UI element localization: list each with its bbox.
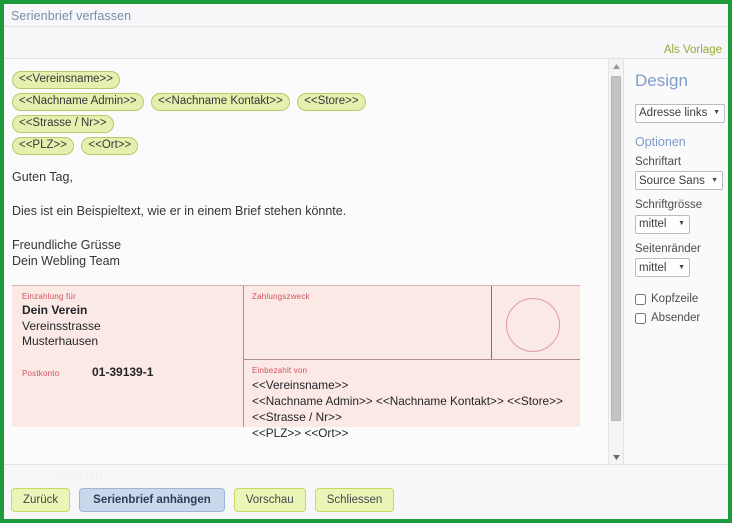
merge-tag[interactable]: <<Nachname Kontakt>> bbox=[151, 93, 290, 111]
back-button[interactable]: Zurück bbox=[11, 488, 71, 512]
page-title: Serienbrief verfassen bbox=[11, 9, 132, 23]
layout-select[interactable]: Adresse links bbox=[635, 103, 725, 123]
stamp-circle-icon bbox=[506, 298, 560, 352]
scrollbar-thumb[interactable] bbox=[611, 76, 621, 421]
font-select-wrapper: Source Sans ▼ bbox=[635, 171, 723, 190]
sender-checkbox-label[interactable]: Absender bbox=[651, 312, 700, 324]
fontsize-select-wrapper: mittel ▼ bbox=[635, 214, 690, 234]
payment-purpose-box: Zahlungszweck bbox=[244, 286, 580, 360]
letter-paragraph: Dies ist ein Beispieltext, wie er in ein… bbox=[12, 204, 347, 218]
margins-label: Seitenränder bbox=[635, 242, 701, 255]
account-label: Postkonto bbox=[22, 369, 60, 378]
payer-label: Einbezahlt von bbox=[252, 366, 308, 375]
margins-select-wrapper: mittel ▼ bbox=[635, 258, 690, 277]
attach-serienbrief-button[interactable]: Serienbrief anhängen bbox=[79, 488, 225, 512]
account-row: Postkonto 01-39139-1 bbox=[22, 365, 153, 379]
fontsize-label: Schriftgrösse bbox=[635, 199, 703, 211]
editor-scrollbar[interactable] bbox=[608, 59, 623, 464]
dialog-subheader: Als Vorlage bbox=[4, 27, 728, 59]
merge-tag[interactable]: <<Vereinsname>> bbox=[12, 71, 120, 89]
letter-closing-1: Freundliche Grüsse bbox=[12, 238, 122, 252]
payee-label: Einzahlung für bbox=[22, 292, 76, 301]
header-checkbox[interactable] bbox=[635, 293, 646, 305]
merge-tag[interactable]: <<PLZ>> bbox=[12, 137, 74, 155]
scroll-up-arrow-icon[interactable] bbox=[609, 59, 623, 73]
payer-line: <<Strasse / Nr>> bbox=[252, 410, 342, 424]
payer-box: Einbezahlt von <<Vereinsname>> <<Nachnam… bbox=[244, 360, 580, 441]
sidebar-heading-design: Design bbox=[635, 71, 688, 90]
footer-button-row: Zurück Serienbrief anhängen Vorschau Sch… bbox=[11, 488, 395, 512]
serienbrief-dialog: Serienbrief verfassen Als Vorlage <<Vere… bbox=[0, 0, 732, 523]
payee-name: Dein Verein bbox=[22, 303, 88, 317]
letter-text: Guten Tag, Dies ist ein Beispieltext, wi… bbox=[12, 169, 600, 269]
close-button[interactable]: Schliessen bbox=[314, 488, 395, 512]
fontsize-select[interactable]: mittel bbox=[635, 214, 690, 234]
scroll-down-arrow-icon[interactable] bbox=[609, 450, 623, 464]
tag-line: <<Vereinsname>> bbox=[12, 69, 600, 89]
tag-line: <<Nachname Admin>> <<Nachname Kontakt>> … bbox=[12, 91, 600, 111]
preview-button[interactable]: Vorschau bbox=[233, 488, 306, 512]
footer-ghost-text: vorlagen bbox=[56, 468, 103, 482]
design-sidebar: Design Adresse links ▼ Optionen Schrifta… bbox=[624, 59, 728, 464]
save-as-template-link[interactable]: Als Vorlage bbox=[664, 44, 722, 56]
payer-line: <<PLZ>> <<Ort>> bbox=[252, 426, 349, 440]
tag-line: <<PLZ>> <<Ort>> bbox=[12, 135, 600, 155]
payer-line: <<Nachname Admin>> <<Nachname Kontakt>> … bbox=[252, 394, 563, 408]
payment-slip-right: Zahlungszweck Einbezahlt von <<Vereinsna… bbox=[244, 286, 580, 440]
font-label: Schriftart bbox=[635, 155, 682, 168]
payee-city: Musterhausen bbox=[22, 334, 99, 348]
sender-checkbox[interactable] bbox=[635, 312, 646, 324]
letter-greeting: Guten Tag, bbox=[12, 170, 73, 184]
dialog-titlebar: Serienbrief verfassen bbox=[4, 4, 728, 27]
dialog-footer: vorlagen Zurück Serienbrief anhängen Vor… bbox=[4, 464, 728, 519]
editor-panel: <<Vereinsname>> <<Nachname Admin>> <<Nac… bbox=[4, 59, 624, 464]
tag-line: <<Strasse / Nr>> bbox=[12, 113, 600, 133]
letter-editor[interactable]: <<Vereinsname>> <<Nachname Admin>> <<Nac… bbox=[4, 59, 608, 464]
merge-tag[interactable]: <<Strasse / Nr>> bbox=[12, 115, 114, 133]
header-checkbox-row[interactable]: Kopfzeile bbox=[635, 293, 728, 305]
header-checkbox-label[interactable]: Kopfzeile bbox=[651, 293, 698, 305]
payment-slip: Einzahlung für Dein Verein Vereinsstrass… bbox=[12, 285, 580, 440]
payment-slip-left: Einzahlung für Dein Verein Vereinsstrass… bbox=[12, 286, 244, 427]
sidebar-heading-options: Optionen bbox=[635, 134, 686, 149]
merge-tag[interactable]: <<Store>> bbox=[297, 93, 366, 111]
letter-closing-2: Dein Webling Team bbox=[12, 254, 120, 268]
margins-select[interactable]: mittel bbox=[635, 258, 690, 277]
payer-line: <<Vereinsname>> bbox=[252, 378, 349, 392]
merge-tag[interactable]: <<Ort>> bbox=[81, 137, 139, 155]
payee-street: Vereinsstrasse bbox=[22, 318, 101, 333]
font-select[interactable]: Source Sans bbox=[635, 171, 723, 190]
account-number: 01-39139-1 bbox=[92, 365, 154, 379]
layout-select-wrapper: Adresse links ▼ bbox=[635, 103, 725, 123]
merge-tag[interactable]: <<Nachname Admin>> bbox=[12, 93, 144, 111]
sender-checkbox-row[interactable]: Absender bbox=[635, 312, 728, 324]
dialog-body: <<Vereinsname>> <<Nachname Admin>> <<Nac… bbox=[4, 59, 728, 464]
slip-vertical-divider bbox=[491, 286, 492, 359]
